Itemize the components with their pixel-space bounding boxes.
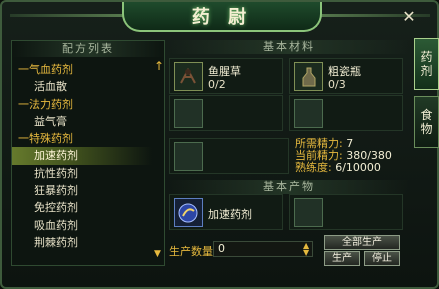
detail-panel: 基本材料 鱼腥草 0/2 粗瓷瓶 0/3 所需精力: 7 当前精力: 380/3… xyxy=(169,40,409,266)
scroll-up-arrow-icon[interactable]: ↑ xyxy=(154,59,164,73)
empty-slot-icon xyxy=(294,198,323,227)
tab-food[interactable]: 食物 xyxy=(414,96,439,148)
recipe-category[interactable]: 一特殊药剂 xyxy=(12,130,152,147)
porcelain-bottle-icon xyxy=(294,62,323,91)
product-slot-empty[interactable] xyxy=(289,194,403,230)
quantity-stepper-icon[interactable]: ▲ ▼ xyxy=(303,242,309,257)
empty-slot-icon xyxy=(174,142,203,171)
recipe-item[interactable]: 加速药剂 xyxy=(12,147,152,165)
recipe-item[interactable]: 免控药剂 xyxy=(12,199,152,216)
recipe-list-panel: 配方列表 一气血药剂 活血散 一法力药剂 益气膏 一特殊药剂 加速药剂 抗性药剂 狂暴药剂 免控… xyxy=(11,40,165,266)
stop-button[interactable]: 停止 xyxy=(364,251,400,266)
recipe-list: 一气血药剂 活血散 一法力药剂 益气膏 一特殊药剂 加速药剂 抗性药剂 狂暴药剂 免控药剂 吸血药… xyxy=(12,61,152,251)
produce-all-button[interactable]: 全部生产 xyxy=(324,235,400,250)
recipe-item[interactable]: 荆棘药剂 xyxy=(12,234,152,251)
recipe-item[interactable]: 活血散 xyxy=(12,78,152,95)
recipe-item[interactable]: 抗性药剂 xyxy=(12,165,152,182)
empty-slot-icon xyxy=(294,99,323,128)
crafting-window: 药 尉 ✕ 药剂 食物 配方列表 一气血药剂 活血散 一法力药剂 益气膏 一特殊药剂 加速… xyxy=(0,0,439,289)
speed-potion-icon xyxy=(174,198,203,227)
empty-slot-icon xyxy=(174,99,203,128)
close-icon[interactable]: ✕ xyxy=(400,8,418,26)
recipe-item[interactable]: 吸血药剂 xyxy=(12,217,152,234)
material-slot-empty[interactable] xyxy=(169,138,289,174)
recipe-list-header: 配方列表 xyxy=(12,41,164,57)
material-slot-empty[interactable] xyxy=(289,95,403,131)
recipe-category[interactable]: 一气血药剂 xyxy=(12,61,152,78)
material-count: 0/3 xyxy=(328,78,346,91)
title-banner: 药 尉 xyxy=(122,2,322,32)
product-slot[interactable]: 加速药剂 xyxy=(169,194,283,230)
material-count: 0/2 xyxy=(208,78,226,91)
side-tab-bar: 药剂 食物 xyxy=(414,38,439,154)
recipe-item[interactable]: 益气膏 xyxy=(12,113,152,130)
recipe-item[interactable]: 狂暴药剂 xyxy=(12,182,152,199)
proficiency-label: 熟练度: xyxy=(295,161,332,174)
product-name: 加速药剂 xyxy=(208,208,252,221)
products-header: 基本产物 xyxy=(169,180,409,194)
window-title: 药 尉 xyxy=(191,7,253,28)
proficiency-value: 6/10000 xyxy=(335,161,381,174)
material-name: 粗瓷瓶 xyxy=(328,65,361,78)
produce-button[interactable]: 生产 xyxy=(324,251,360,266)
scroll-down-arrow-icon[interactable]: ▼ xyxy=(154,249,161,259)
quantity-label: 生产数量 xyxy=(169,245,213,258)
material-slot-empty[interactable] xyxy=(169,95,283,131)
material-slot[interactable]: 鱼腥草 0/2 xyxy=(169,58,283,94)
tab-potions[interactable]: 药剂 xyxy=(414,38,439,90)
recipe-category[interactable]: 一法力药剂 xyxy=(12,96,152,113)
quantity-input[interactable]: 0 xyxy=(213,241,313,257)
fish-herb-icon xyxy=(174,62,203,91)
craft-stats: 所需精力: 7 当前精力: 380/380 熟练度: 6/10000 xyxy=(295,138,392,174)
material-slot[interactable]: 粗瓷瓶 0/3 xyxy=(289,58,403,94)
materials-header: 基本材料 xyxy=(169,40,409,54)
material-name: 鱼腥草 xyxy=(208,65,241,78)
